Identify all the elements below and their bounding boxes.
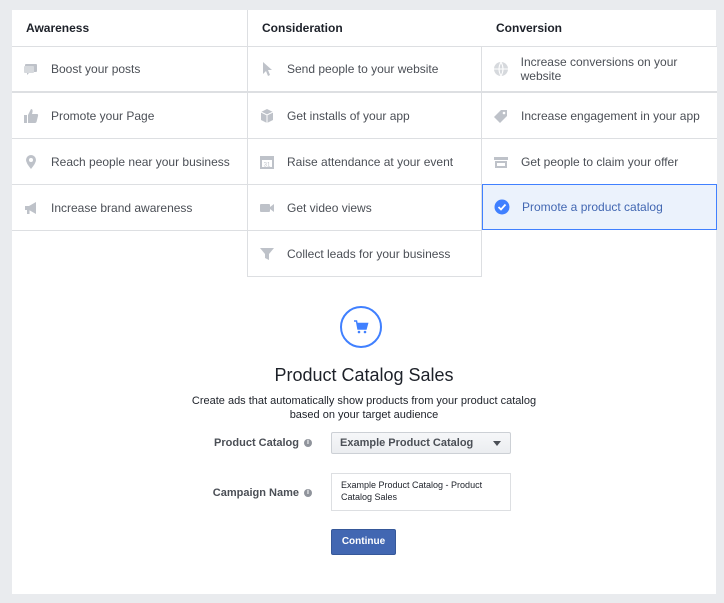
objective-event-responses[interactable]: 31 Raise attendance at your event [247, 139, 482, 185]
cursor-icon [258, 60, 276, 78]
objective-website-conversions[interactable]: Increase conversions on your website [482, 47, 717, 93]
objective-promote-page[interactable]: Promote your Page [12, 93, 247, 139]
offer-store-icon [492, 153, 510, 171]
globe-icon [492, 60, 510, 78]
product-catalog-label-text: Product Catalog [214, 437, 299, 449]
campaign-name-input[interactable]: Example Product Catalog - Product Catalo… [331, 473, 511, 511]
product-catalog-select[interactable]: Example Product Catalog [331, 432, 511, 454]
objective-label: Raise attendance at your event [287, 154, 454, 169]
video-camera-icon [258, 199, 276, 217]
objective-product-catalog[interactable]: Promote a product catalog [482, 184, 717, 230]
app-tag-icon [492, 107, 510, 125]
objective-label: Reach people near your business [51, 154, 230, 169]
funnel-icon [258, 245, 276, 263]
info-icon[interactable]: i [304, 489, 312, 498]
objective-title: Product Catalog Sales [274, 365, 454, 385]
product-catalog-value: Example Product Catalog [340, 437, 474, 449]
product-catalog-label: Product Catalog i [112, 437, 312, 449]
objective-app-engagement[interactable]: Increase engagement in your app [482, 93, 717, 139]
chevron-down-icon [493, 441, 501, 446]
calendar-icon: 31 [258, 153, 276, 171]
objective-brand-awareness[interactable]: Increase brand awareness [12, 185, 247, 231]
thumbs-up-icon [22, 107, 40, 125]
objective-label: Increase conversions on your website [520, 55, 678, 83]
objective-label: Get people to claim your offer [521, 154, 679, 169]
shopping-cart-icon [340, 306, 382, 348]
objective-description: Create ads that automatically show produ… [191, 395, 537, 421]
objective-boost-posts[interactable]: Boost your posts [12, 47, 247, 93]
megaphone-icon [22, 199, 40, 217]
objective-website-traffic[interactable]: Send people to your website [247, 47, 482, 93]
objective-label: Increase engagement in your app [521, 108, 700, 123]
info-icon[interactable]: i [304, 439, 312, 448]
campaign-name-label: Campaign Name i [112, 487, 312, 499]
column-header-consideration: Consideration [247, 10, 482, 47]
objective-video-views[interactable]: Get video views [247, 185, 482, 231]
objective-lead-generation[interactable]: Collect leads for your business [247, 231, 482, 277]
objective-label: Promote your Page [51, 108, 155, 123]
objective-label: Increase brand awareness [51, 200, 193, 215]
column-header-conversion: Conversion [482, 10, 717, 47]
objective-offer-claims[interactable]: Get people to claim your offer [482, 139, 717, 185]
column-awareness: Awareness Boost your posts Promote your … [12, 10, 247, 231]
objective-label: Promote a product catalog [522, 200, 663, 214]
svg-text:31: 31 [264, 162, 271, 168]
app-box-icon [258, 107, 276, 125]
objective-reach-nearby[interactable]: Reach people near your business [12, 139, 247, 185]
objective-label: Get installs of your app [287, 108, 410, 123]
objective-panel: Awareness Boost your posts Promote your … [12, 10, 717, 594]
boost-post-icon [22, 60, 40, 78]
objective-label: Send people to your website [287, 62, 439, 76]
column-conversion: Conversion Increase conversions on your … [482, 10, 717, 230]
location-pin-icon [22, 153, 40, 171]
column-header-awareness: Awareness [12, 10, 247, 47]
objective-label: Get video views [287, 200, 372, 215]
check-circle-icon [493, 198, 511, 216]
campaign-name-label-text: Campaign Name [212, 487, 299, 499]
continue-button[interactable]: Continue [331, 529, 396, 555]
objective-app-installs[interactable]: Get installs of your app [247, 93, 482, 139]
objective-label: Boost your posts [51, 62, 141, 76]
objective-label: Collect leads for your business [287, 246, 451, 261]
column-consideration: Consideration Send people to your websit… [247, 10, 482, 277]
